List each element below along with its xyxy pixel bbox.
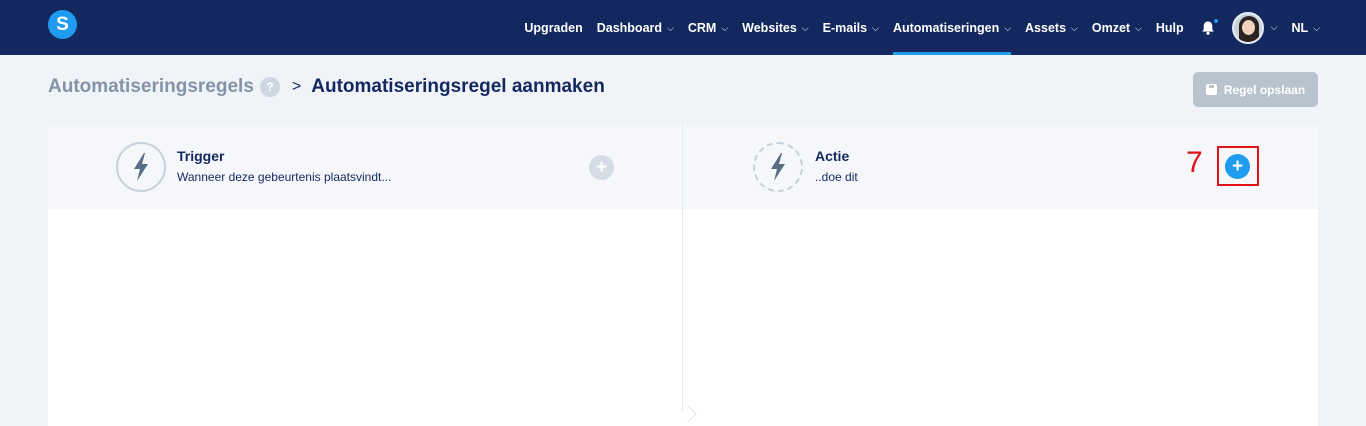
plus-icon: +: [595, 156, 608, 178]
nav-item-omzet[interactable]: Omzet ⌵: [1092, 0, 1142, 55]
main-nav: Upgraden Dashboard ⌵ CRM ⌵ Websites ⌵ E-mai…: [510, 0, 1366, 55]
add-trigger-button[interactable]: +: [589, 155, 614, 180]
chevron-down-icon[interactable]: ⌵: [1271, 22, 1278, 33]
lightning-cycle-icon: [753, 142, 803, 192]
chevron-down-icon: ⌵: [801, 23, 809, 33]
avatar[interactable]: [1231, 11, 1264, 44]
chevron-down-icon: ⌵: [1071, 23, 1078, 33]
nav-item-assets[interactable]: Assets ⌵: [1025, 0, 1078, 55]
annotation-highlight-box: [1217, 146, 1259, 186]
help-icon[interactable]: ?: [259, 77, 280, 97]
nav-item-hulp[interactable]: Hulp: [1156, 0, 1184, 55]
nav-item-dashboard[interactable]: Dashboard ⌵: [597, 0, 674, 55]
chevron-down-icon: ⌵: [1135, 23, 1142, 33]
nav-item-upgraden[interactable]: Upgraden: [524, 0, 582, 55]
annotation-number: 7: [1186, 146, 1203, 179]
rule-builder-header: [48, 125, 1318, 209]
nav-item-automatiseringen[interactable]: Automatiseringen ⌵: [892, 0, 1012, 55]
breadcrumb: Automatiseringsregels ? > Automatisering…: [48, 76, 605, 98]
language-selector[interactable]: NL ⌵: [1292, 0, 1321, 55]
app-logo[interactable]: S: [48, 10, 77, 39]
nav-item-crm[interactable]: CRM ⌵: [688, 0, 728, 55]
top-navigation-bar: S Upgraden Dashboard ⌵ CRM ⌵ Websites ⌵ E-m…: [0, 0, 1366, 55]
trigger-title: Trigger: [177, 148, 225, 164]
breadcrumb-separator-icon: >: [291, 78, 302, 95]
notification-dot: [1212, 17, 1219, 24]
page-title: Automatiseringsregel aanmaken: [311, 76, 605, 97]
chevron-down-icon: ⌵: [872, 23, 879, 33]
trigger-subtitle: Wanneer deze gebeurtenis plaatsvindt...: [177, 170, 392, 184]
breadcrumb-parent-link[interactable]: Automatiseringsregels: [48, 76, 254, 98]
chevron-down-icon: ⌵: [1004, 23, 1012, 33]
nav-item-emails[interactable]: E-mails ⌵: [823, 0, 879, 55]
chevron-down-icon: ⌵: [1313, 23, 1320, 33]
rule-builder-card: Trigger Wanneer deze gebeurtenis plaatsv…: [48, 125, 1318, 426]
save-rule-button[interactable]: Regel opslaan: [1193, 72, 1318, 107]
chevron-down-icon: ⌵: [721, 23, 729, 33]
action-subtitle: ..doe dit: [815, 170, 858, 184]
lightning-icon: [116, 142, 166, 192]
chevron-down-icon: ⌵: [667, 23, 674, 33]
panel-divider: [682, 125, 683, 415]
floppy-disk-icon: [1205, 84, 1217, 95]
bell-icon[interactable]: [1200, 17, 1219, 36]
nav-item-websites[interactable]: Websites ⌵: [742, 0, 808, 55]
action-title: Actie: [815, 148, 850, 164]
